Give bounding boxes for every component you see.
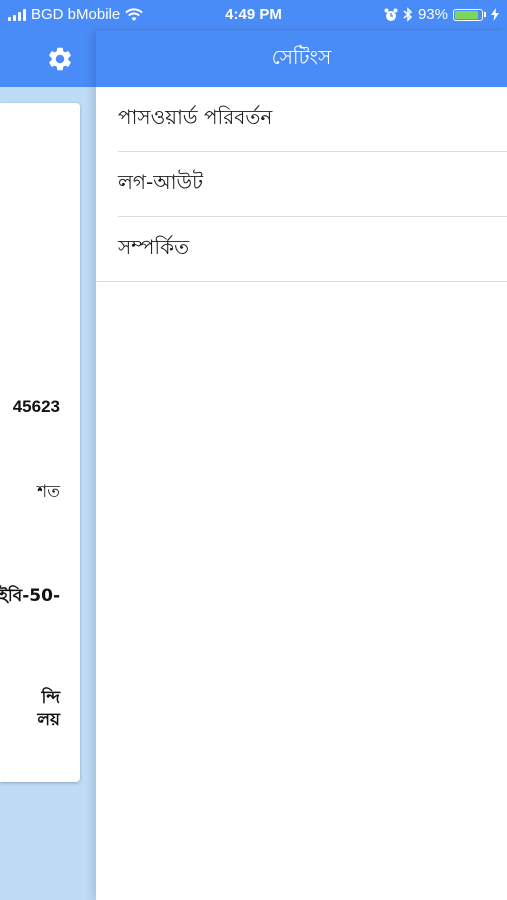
gear-icon[interactable]	[46, 45, 74, 73]
battery-percent: 93%	[417, 6, 448, 23]
battery-cap	[484, 12, 486, 17]
menu-item-label: পাসওয়ার্ড পরিবর্তন	[118, 105, 273, 129]
menu-item-label: লগ-আউট	[118, 170, 204, 194]
card-text-1: শত	[37, 482, 60, 502]
battery-icon	[453, 8, 483, 21]
charging-icon	[491, 8, 499, 21]
settings-panel: সেটিংস পাসওয়ার্ড পরিবর্তন লগ-আউট সম্পর্…	[96, 31, 507, 900]
card-id-number: 45623	[12, 397, 60, 416]
menu-item-label: সম্পর্কিত	[118, 235, 190, 259]
settings-title: সেটিংস	[271, 44, 332, 69]
status-right: 93%	[384, 6, 499, 23]
status-bar: BGD bMobile 4:49 PM 93%	[0, 0, 507, 31]
background-header	[0, 31, 96, 87]
card-text-2: ইবি-50-	[0, 586, 60, 606]
menu-item-logout[interactable]: লগ-আউট	[96, 152, 507, 217]
settings-header: সেটিংস	[96, 31, 507, 87]
menu-item-about[interactable]: সম্পর্কিত	[96, 217, 507, 282]
info-card: 45623 শত ইবি-50- ন্দি লয়	[0, 103, 80, 782]
bluetooth-icon	[403, 7, 413, 22]
background-screen: 45623 শত ইবি-50- ন্দি লয়	[0, 31, 96, 900]
card-text-4: লয়	[37, 710, 60, 730]
battery-level	[455, 10, 479, 19]
alarm-icon	[384, 8, 398, 21]
menu-item-change-password[interactable]: পাসওয়ার্ড পরিবর্তন	[96, 87, 507, 152]
settings-menu: পাসওয়ার্ড পরিবর্তন লগ-আউট সম্পর্কিত	[96, 87, 507, 282]
